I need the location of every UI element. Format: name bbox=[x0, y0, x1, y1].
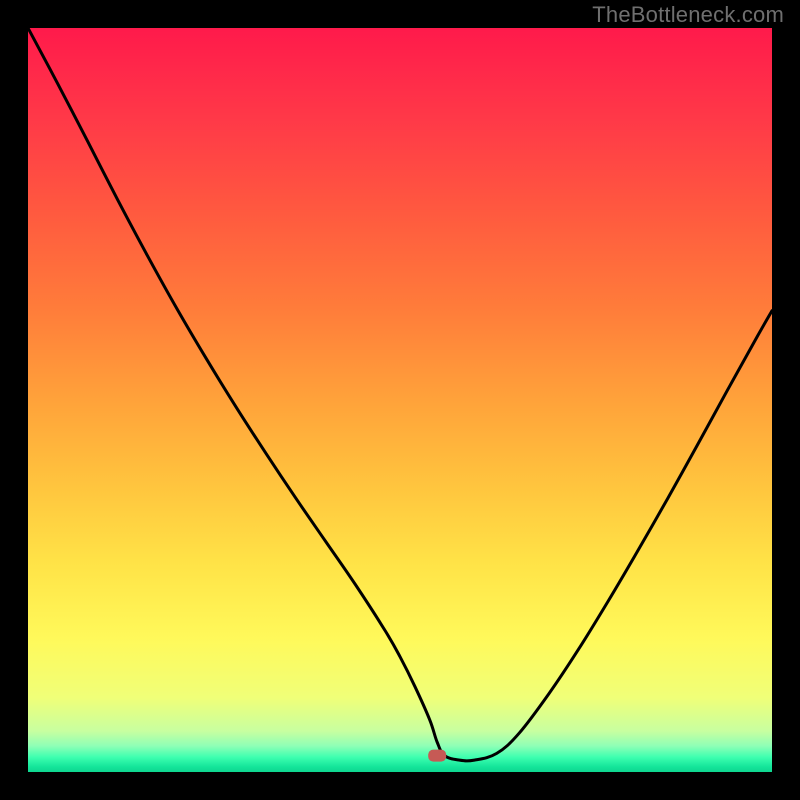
gradient-background bbox=[28, 28, 772, 772]
watermark-text: TheBottleneck.com bbox=[592, 2, 784, 28]
plot-area bbox=[28, 28, 772, 772]
minimum-marker bbox=[428, 750, 446, 762]
chart-frame: TheBottleneck.com bbox=[0, 0, 800, 800]
plot-svg bbox=[28, 28, 772, 772]
